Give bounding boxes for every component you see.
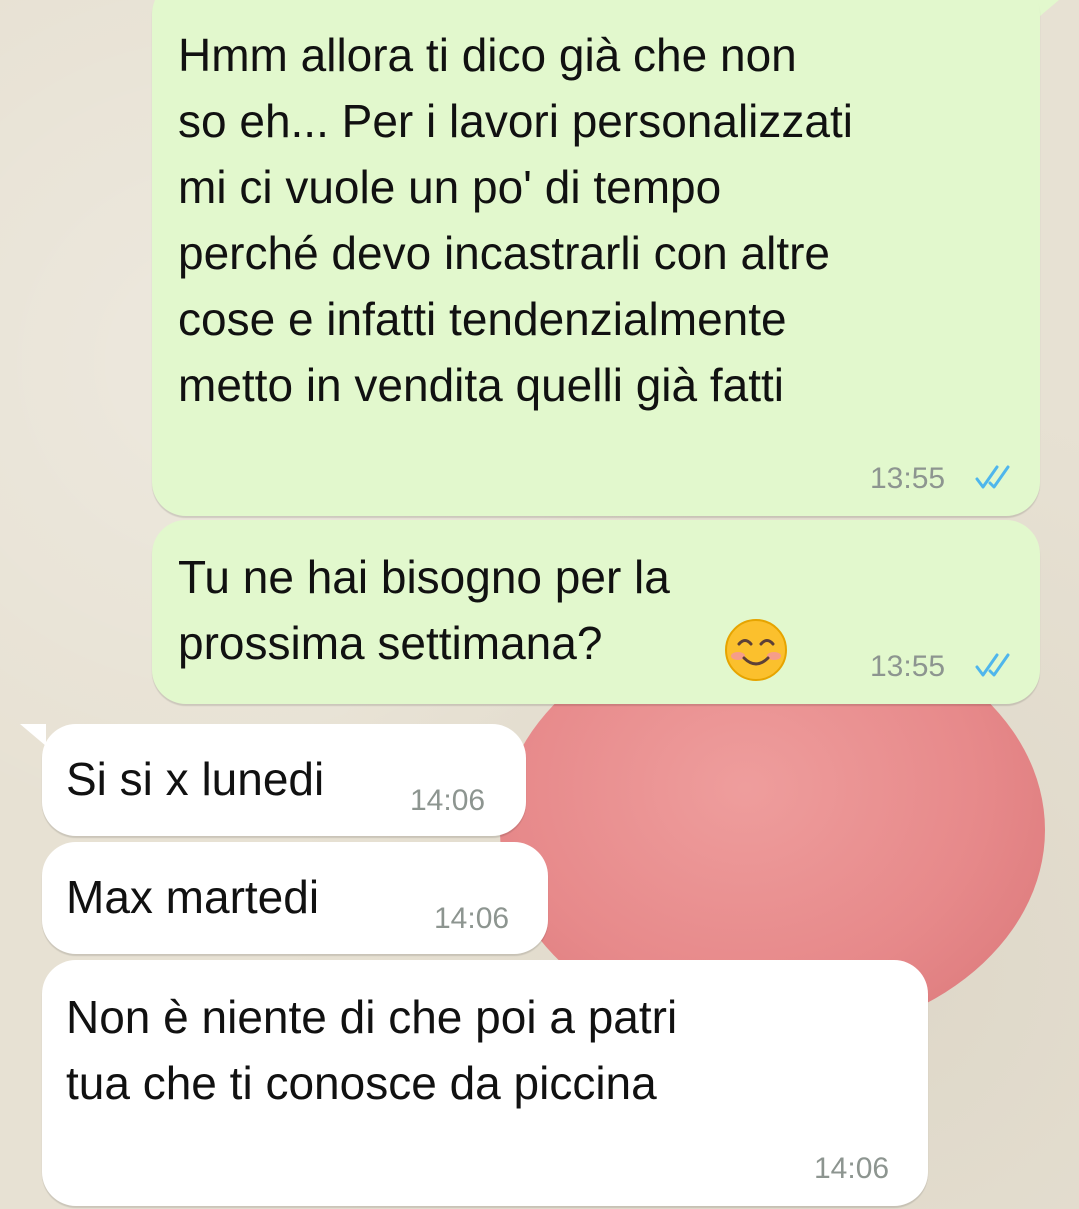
message-bubble-outgoing[interactable]: Hmm allora ti dico già che non so eh... … <box>152 0 1040 516</box>
message-timestamp: 13:55 <box>870 650 946 683</box>
bubble-tail <box>20 724 46 746</box>
message-timestamp: 13:55 <box>870 462 946 495</box>
message-bubble-incoming[interactable]: Max martedi 14:06 <box>42 842 548 954</box>
message-text: Si si x lunedi <box>66 753 325 805</box>
message-timestamp: 14:06 <box>814 1152 890 1185</box>
message-text: Non è niente di che poi a patri tua che … <box>66 991 678 1109</box>
read-receipt-icon <box>975 653 1010 677</box>
message-text: Hmm allora ti dico già che non so eh... … <box>178 29 853 411</box>
message-text: Max martedi <box>66 871 320 923</box>
read-receipt-icon <box>975 465 1010 489</box>
message-bubble-outgoing[interactable]: Tu ne hai bisogno per la prossima settim… <box>152 520 1040 704</box>
smiling-face-emoji-icon <box>725 619 787 681</box>
message-timestamp: 14:06 <box>410 784 486 817</box>
message-bubble-incoming[interactable]: Si si x lunedi 14:06 <box>42 724 526 836</box>
message-bubble-incoming[interactable]: Non è niente di che poi a patri tua che … <box>42 960 928 1206</box>
message-timestamp: 14:06 <box>434 902 510 935</box>
message-text: Tu ne hai bisogno per la prossima settim… <box>178 551 670 669</box>
